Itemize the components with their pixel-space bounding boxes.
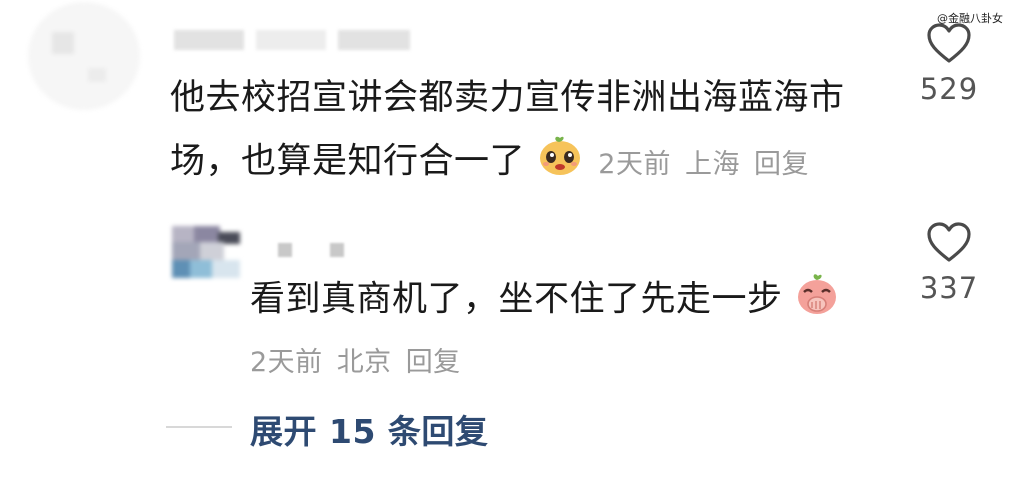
comment-text-line: 场，也算是知行合一了 [170,141,526,182]
comment-text-line: 他去校招宣讲会都卖力宣传非洲出海蓝海市 [170,78,845,118]
reply-button[interactable]: 回复 [406,347,461,378]
covering-mouth-emoji [794,270,840,331]
comment-location: 上海 [684,148,740,180]
like-control[interactable]: 337 [909,221,989,305]
like-count: 529 [919,72,979,106]
comment-location: 北京 [336,347,392,378]
heart-outline-icon[interactable] [926,22,972,64]
comment-time: 2天前 [250,347,323,378]
comment-meta: 2天前 北京 回复 [250,340,475,379]
username-obscured[interactable] [174,30,244,50]
avatar[interactable] [172,226,240,278]
expand-replies-button[interactable]: 展开 15 条回复 [250,405,488,453]
comment-time: 2天前 [598,148,671,180]
avatar[interactable] [28,2,140,110]
comment-text-line: 看到真商机了，坐不住了先走一步 [250,270,840,331]
username-obscured[interactable] [330,243,344,257]
comment-text-line: 场，也算是知行合一了 2天前 上海 回复 [170,132,823,193]
comment-meta: 2天前 上海 回复 [598,149,823,180]
smiling-face-emoji [537,132,583,193]
username-obscured[interactable] [338,30,410,50]
heart-outline-icon[interactable] [926,221,972,263]
comment-text-line: 看到真商机了，坐不住了先走一步 [250,279,783,320]
like-control[interactable]: 529 [909,22,989,106]
divider-line [166,426,232,428]
reply-button[interactable]: 回复 [754,149,809,180]
username-obscured[interactable] [256,30,326,50]
like-count: 337 [919,271,979,305]
username-obscured[interactable] [278,243,292,257]
